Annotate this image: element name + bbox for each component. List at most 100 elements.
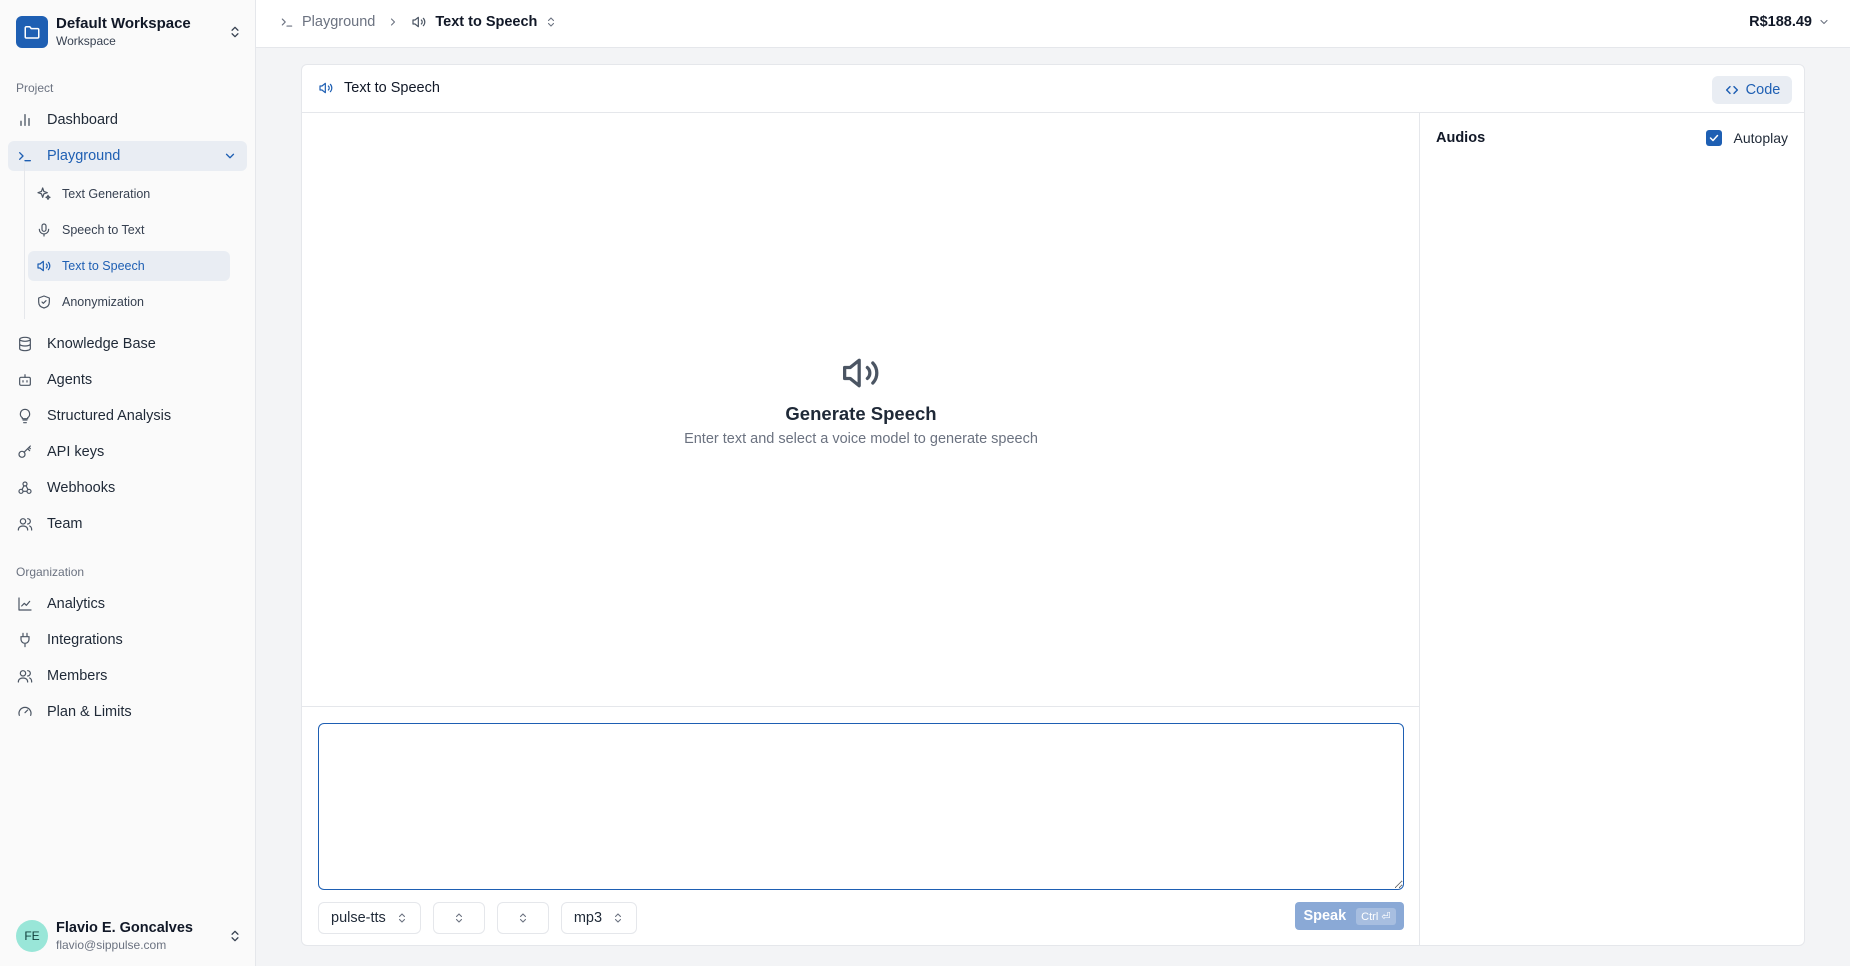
speak-button[interactable]: Speak Ctrl ⏎ [1295,902,1404,930]
voice-select[interactable] [432,902,485,934]
sidebar-item-playground[interactable]: Playground [8,141,247,171]
balance-value: R$188.49 [1749,14,1812,30]
panel-header: Text to Speech Code [302,65,1804,113]
shield-check-icon [36,294,52,310]
sidebar-item-label: Analytics [47,596,106,612]
sidebar-subitem-speech-to-text[interactable]: Speech to Text [28,215,230,245]
sidebar-subitem-label: Anonymization [62,295,144,309]
tts-panel: Text to Speech Code Generate Speech Ente… [301,64,1805,946]
sidebar-item-plan-limits[interactable]: Plan & Limits [8,697,247,727]
code-button[interactable]: Code [1712,76,1792,104]
plug-icon [17,632,33,648]
code-button-label: Code [1745,82,1781,98]
users-icon [17,516,33,532]
sidebar-subitem-text-to-speech[interactable]: Text to Speech [28,251,230,281]
sidebar-subitem-label: Text Generation [62,187,151,201]
bot-icon [17,372,33,388]
empty-state-subtitle: Enter text and select a voice model to g… [684,431,1038,447]
workspace-name: Default Workspace [56,15,191,32]
panel-title-text: Text to Speech [344,80,440,96]
speaker-icon [318,80,334,96]
chevrons-up-down-icon [455,913,462,923]
speaker-icon [411,14,427,30]
empty-state: Generate Speech Enter text and select a … [302,353,1420,447]
webhook-icon [17,480,33,496]
terminal-icon [17,148,33,164]
model-select[interactable]: pulse-tts [318,902,421,934]
sidebar-item-label: Integrations [47,632,123,648]
sidebar-item-dashboard[interactable]: Dashboard [8,105,247,135]
sidebar-item-label: Members [47,668,108,684]
top-bar: Playground Text to Speech R$188.49 [256,0,1850,48]
chevrons-up-down-icon [398,913,405,923]
sidebar: Default Workspace Workspace Project Dash… [0,0,256,966]
check-icon [1709,134,1718,142]
submenu-divider [24,163,25,319]
sidebar-item-label: Dashboard [47,112,118,128]
sparkles-icon [36,186,52,202]
format-select-value: mp3 [573,910,603,926]
sidebar-subitem-text-generation[interactable]: Text Generation [28,179,230,209]
sidebar-subitem-label: Speech to Text [62,223,145,237]
gauge-icon [17,704,33,720]
sidebar-item-team[interactable]: Team [8,509,247,539]
speech-area: Generate Speech Enter text and select a … [302,113,1420,946]
chevrons-up-down-icon [519,913,526,923]
lightbulb-icon [17,408,33,424]
database-icon [17,336,33,352]
chevrons-up-down-icon [228,25,242,39]
sidebar-item-api-keys[interactable]: API keys [8,437,247,467]
sidebar-item-webhooks[interactable]: Webhooks [8,473,247,503]
speaker-icon [36,258,52,274]
language-select[interactable] [496,902,549,934]
compose-area: pulse-tts mp3 Speak Ctrl ⏎ [302,706,1420,946]
chevrons-up-down-icon[interactable] [545,16,557,28]
section-label-project: Project [16,81,54,95]
user-email: flavio@sippulse.com [56,938,167,952]
sidebar-item-label: Knowledge Base [47,336,156,352]
workspace-subtitle: Workspace [56,34,116,48]
model-select-value: pulse-tts [331,910,386,926]
workspace-switcher[interactable]: Default Workspace Workspace [16,14,242,50]
users-icon [17,668,33,684]
user-menu[interactable]: FE Flavio E. Goncalves flavio@sippulse.c… [16,918,242,954]
sidebar-subitem-label: Text to Speech [62,259,145,273]
sidebar-item-members[interactable]: Members [8,661,247,691]
chart-line-icon [17,596,33,612]
sidebar-item-label: Structured Analysis [47,408,172,424]
audios-title: Audios [1436,130,1486,146]
balance-dropdown[interactable]: R$188.49 [1749,14,1830,30]
sidebar-item-knowledge-base[interactable]: Knowledge Base [8,329,247,359]
sidebar-item-agents[interactable]: Agents [8,365,247,395]
chevrons-up-down-icon [228,929,242,943]
sidebar-item-analytics[interactable]: Analytics [8,589,247,619]
sidebar-item-integrations[interactable]: Integrations [8,625,247,655]
terminal-icon [280,15,294,29]
breadcrumb-current[interactable]: Text to Speech [435,14,537,30]
folder-icon [16,16,48,48]
autoplay-toggle[interactable]: Autoplay [1705,130,1788,146]
sidebar-item-label: Agents [47,372,93,388]
panel-title: Text to Speech [318,80,440,96]
sidebar-item-structured-analysis[interactable]: Structured Analysis [8,401,247,431]
code-icon [1725,85,1738,95]
format-select[interactable]: mp3 [560,902,638,934]
keyboard-shortcut: Ctrl ⏎ [1356,907,1396,925]
chevron-down-icon [223,149,237,163]
chevron-right-icon [387,16,399,28]
speak-button-label: Speak [1303,908,1347,924]
autoplay-label: Autoplay [1733,130,1788,146]
text-input[interactable] [318,723,1404,890]
sidebar-subitem-anonymization[interactable]: Anonymization [28,287,230,317]
section-label-organization: Organization [16,565,85,579]
breadcrumb-playground[interactable]: Playground [302,14,375,30]
chevron-down-icon [1812,16,1830,28]
bar-chart-icon [17,112,33,128]
key-icon [17,444,33,460]
microphone-icon [36,222,52,238]
autoplay-checkbox[interactable] [1705,130,1722,146]
sidebar-item-label: Team [47,516,83,532]
sidebar-item-label: API keys [47,444,105,460]
breadcrumb: Playground Text to Speech [280,14,557,30]
empty-state-title: Generate Speech [785,403,937,424]
